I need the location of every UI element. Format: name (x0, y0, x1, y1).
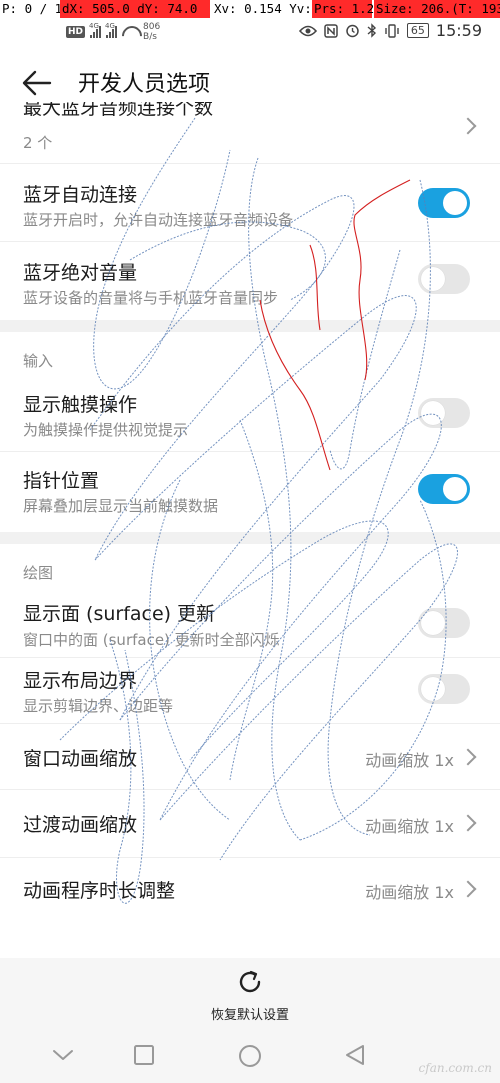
restore-defaults-label: 恢复默认设置 (210, 1008, 289, 1023)
section-divider (0, 532, 500, 544)
setting-transition-animation-scale[interactable]: 过渡动画缩放 动画缩放 1x (0, 790, 500, 858)
clock: 15:59 (435, 21, 482, 40)
setting-summary: 窗口中的面 (surface) 更新时全部闪烁 (23, 631, 280, 649)
pointer-size: Size: 206.(T: 193269 (374, 0, 500, 18)
pointer-delta: dX: 505.0 dY: 74.0 (60, 0, 210, 18)
nav-recents-icon[interactable] (133, 1044, 155, 1066)
nav-back-icon[interactable] (344, 1044, 366, 1066)
section-divider (0, 320, 500, 332)
setting-title: 窗口动画缩放 (23, 748, 138, 770)
pointer-location-bar: P: 0 / 1 dX: 505.0 dY: 74.0 Xv: 0.154 Yv… (0, 0, 500, 18)
toggle-switch[interactable] (418, 188, 470, 218)
nfc-icon (324, 23, 338, 38)
setting-show-touches[interactable]: 显示触摸操作 为触摸操作提供视觉提示 (0, 378, 500, 452)
watermark: cfan.com.cn (418, 1061, 492, 1075)
pointer-pressure: Prs: 1.23 (312, 0, 382, 18)
setting-summary: 2 个 (23, 134, 53, 152)
toggle-switch[interactable] (418, 674, 470, 704)
toggle-switch[interactable] (418, 398, 470, 428)
setting-title: 最大蓝牙音频连接个数 (23, 102, 214, 119)
battery-icon: 65 (406, 23, 429, 38)
section-header-drawing: 绘图 (23, 564, 54, 582)
setting-title: 显示布局边界 (23, 670, 138, 692)
setting-bt-auto-connect[interactable]: 蓝牙自动连接 蓝牙开启时，允许自动连接蓝牙音频设备 (0, 164, 500, 242)
setting-show-surface-updates[interactable]: 显示面 (surface) 更新 窗口中的面 (surface) 更新时全部闪烁 (0, 590, 500, 658)
chevron-right-icon (459, 748, 477, 766)
setting-summary: 屏幕叠加层显示当前触摸数据 (23, 497, 219, 515)
setting-summary: 为触摸操作提供视觉提示 (23, 421, 189, 439)
toggle-switch[interactable] (418, 474, 470, 504)
setting-summary: 蓝牙开启时，允许自动连接蓝牙音频设备 (23, 211, 294, 229)
pointer-count: P: 0 / 1 (2, 1, 63, 16)
toggle-switch[interactable] (418, 264, 470, 294)
alarm-icon (346, 24, 359, 38)
setting-animator-duration-scale[interactable]: 动画程序时长调整 动画缩放 1x (0, 858, 500, 924)
setting-show-layout-bounds[interactable]: 显示布局边界 显示剪辑边界、边距等 (0, 658, 500, 724)
setting-title: 过渡动画缩放 (23, 814, 138, 836)
restore-defaults-button[interactable]: 恢复默认设置 (0, 958, 500, 1028)
network-speed: 806 B/s (143, 22, 161, 42)
setting-value: 动画缩放 1x (365, 751, 454, 770)
setting-value: 动画缩放 1x (365, 883, 454, 902)
setting-title: 指针位置 (23, 470, 100, 492)
setting-value: 动画缩放 1x (365, 817, 454, 836)
setting-bt-absolute-volume[interactable]: 蓝牙绝对音量 蓝牙设备的音量将与手机蓝牙音量同步 (0, 242, 500, 320)
setting-title: 蓝牙自动连接 (23, 184, 138, 206)
toggle-switch[interactable] (418, 608, 470, 638)
setting-title: 显示触摸操作 (23, 394, 138, 416)
setting-title: 动画程序时长调整 (23, 880, 176, 902)
eye-icon (298, 25, 317, 36)
chevron-right-icon (459, 814, 477, 832)
setting-pointer-location[interactable]: 指针位置 屏幕叠加层显示当前触摸数据 (0, 452, 500, 532)
setting-summary: 显示剪辑边界、边距等 (23, 697, 174, 715)
nav-hide-icon[interactable] (52, 1048, 74, 1062)
signal-icon: 4G (105, 22, 118, 38)
setting-summary: 蓝牙设备的音量将与手机蓝牙音量同步 (23, 289, 279, 307)
status-bar: HD 4G 4G 806 B/s 65 15:59 (0, 18, 500, 46)
hd-icon: HD (66, 26, 86, 38)
nav-home-icon[interactable] (238, 1044, 262, 1068)
restore-icon (239, 970, 261, 993)
back-arrow-icon[interactable] (22, 70, 52, 96)
bluetooth-icon (367, 23, 376, 38)
page-title: 开发人员选项 (78, 72, 211, 97)
setting-window-animation-scale[interactable]: 窗口动画缩放 动画缩放 1x (0, 724, 500, 790)
section-header-input: 输入 (23, 352, 54, 370)
setting-max-bt-audio[interactable]: 最大蓝牙音频连接个数 2 个 (0, 102, 500, 164)
settings-list: 最大蓝牙音频连接个数 2 个 蓝牙自动连接 蓝牙开启时，允许自动连接蓝牙音频设备… (0, 102, 500, 924)
chevron-right-icon (459, 117, 477, 135)
chevron-right-icon (459, 880, 477, 898)
signal-icon: 4G (89, 22, 102, 38)
setting-title: 蓝牙绝对音量 (23, 262, 138, 284)
wifi-icon (122, 26, 138, 38)
vibrate-icon (385, 23, 399, 38)
setting-title: 显示面 (surface) 更新 (23, 603, 216, 625)
